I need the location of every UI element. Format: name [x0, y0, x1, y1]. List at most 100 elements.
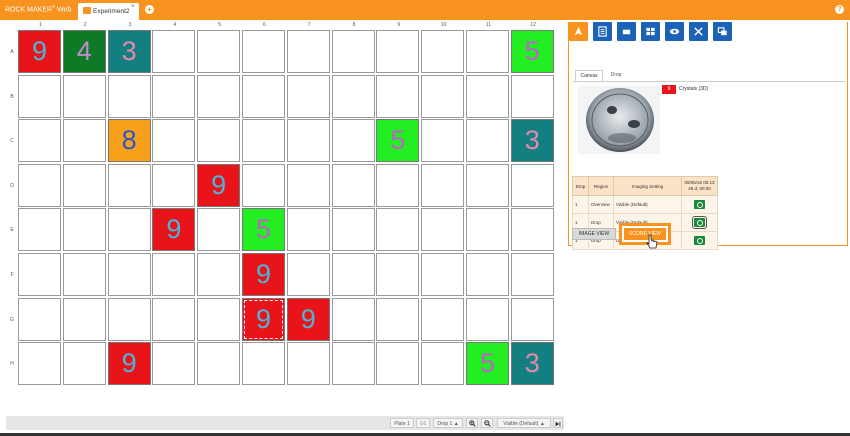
plate-selector[interactable]: Plate 1: [390, 418, 414, 428]
rectangle-tool-button[interactable]: [617, 22, 636, 41]
well-a11[interactable]: [466, 30, 509, 73]
well-e7[interactable]: [286, 208, 330, 252]
well-e3[interactable]: [107, 208, 151, 252]
well-d11[interactable]: [466, 163, 509, 207]
well-d9[interactable]: [376, 163, 420, 207]
new-tab-button[interactable]: +: [145, 5, 154, 14]
well-c3[interactable]: 8: [107, 119, 151, 163]
well-c10[interactable]: [421, 119, 465, 163]
well-h5[interactable]: [197, 342, 241, 386]
well-f10[interactable]: [421, 253, 465, 296]
tab-canvas[interactable]: Canvas: [575, 70, 603, 81]
image-view-button[interactable]: IMAGE VIEW: [572, 228, 616, 240]
tab-experiment[interactable]: Experiment2 ×: [78, 3, 139, 20]
well-e9[interactable]: [376, 208, 420, 252]
well-h9[interactable]: [376, 342, 420, 386]
well-f3[interactable]: [107, 253, 151, 296]
zoom-out-button[interactable]: [481, 418, 493, 428]
well-d7[interactable]: [286, 163, 330, 207]
tab-drop[interactable]: Drop: [605, 70, 627, 81]
well-a12[interactable]: 5: [510, 30, 554, 73]
drop-selector[interactable]: Drop 1 ▲: [433, 418, 463, 428]
well-c6[interactable]: [242, 119, 285, 163]
well-g8[interactable]: [331, 297, 375, 341]
well-c1[interactable]: [18, 119, 61, 163]
well-e12[interactable]: [510, 208, 554, 252]
well-f7[interactable]: [286, 253, 330, 296]
well-f9[interactable]: [376, 253, 420, 296]
well-a3[interactable]: 3: [107, 30, 151, 73]
well-h12[interactable]: 3: [510, 342, 554, 386]
well-f5[interactable]: [197, 253, 241, 296]
well-b7[interactable]: [286, 74, 330, 118]
well-d4[interactable]: [152, 163, 196, 207]
well-e4[interactable]: 9: [152, 208, 196, 252]
well-e10[interactable]: [421, 208, 465, 252]
well-a6[interactable]: [242, 30, 285, 73]
well-d12[interactable]: [510, 163, 554, 207]
pointer-tool-button[interactable]: [569, 22, 588, 41]
well-f6[interactable]: 9: [242, 253, 285, 296]
well-g7[interactable]: 9: [286, 297, 330, 341]
well-g4[interactable]: [152, 297, 196, 341]
well-h4[interactable]: [152, 342, 196, 386]
well-d3[interactable]: [107, 163, 151, 207]
imaging-setting-selector[interactable]: Visible (Default) ▲: [497, 418, 551, 428]
well-a9[interactable]: [376, 30, 420, 73]
well-c8[interactable]: [331, 119, 375, 163]
well-h2[interactable]: [62, 342, 106, 386]
well-c11[interactable]: [466, 119, 509, 163]
zoom-in-button[interactable]: [466, 418, 478, 428]
well-d8[interactable]: [331, 163, 375, 207]
well-b3[interactable]: [107, 74, 151, 118]
well-e11[interactable]: [466, 208, 509, 252]
grid-tool-button[interactable]: [641, 22, 660, 41]
well-b12[interactable]: [510, 74, 554, 118]
well-e5[interactable]: [197, 208, 241, 252]
table-row[interactable]: 1 Overview Visible (Default): [572, 195, 718, 214]
well-b5[interactable]: [197, 74, 241, 118]
well-h11[interactable]: 5: [466, 342, 509, 386]
well-d10[interactable]: [421, 163, 465, 207]
well-e1[interactable]: [18, 208, 61, 252]
well-c7[interactable]: [286, 119, 330, 163]
well-c12[interactable]: 3: [510, 119, 554, 163]
well-c9[interactable]: 5: [376, 119, 420, 163]
well-a2[interactable]: 4: [62, 30, 106, 73]
well-e8[interactable]: [331, 208, 375, 252]
well-g1[interactable]: [18, 297, 61, 341]
camera-icon[interactable]: [694, 236, 705, 245]
well-h8[interactable]: [331, 342, 375, 386]
well-b10[interactable]: [421, 74, 465, 118]
well-e2[interactable]: [62, 208, 106, 252]
well-d2[interactable]: [62, 163, 106, 207]
tools-button[interactable]: [689, 22, 708, 41]
well-a1[interactable]: 9: [18, 30, 61, 73]
list-tool-button[interactable]: [593, 22, 612, 41]
well-f2[interactable]: [62, 253, 106, 296]
well-g5[interactable]: [197, 297, 241, 341]
well-c2[interactable]: [62, 119, 106, 163]
well-b8[interactable]: [331, 74, 375, 118]
well-a7[interactable]: [286, 30, 330, 73]
camera-icon[interactable]: [692, 216, 707, 229]
view-tool-button[interactable]: [665, 22, 684, 41]
well-c5[interactable]: [197, 119, 241, 163]
well-b6[interactable]: [242, 74, 285, 118]
well-g12[interactable]: [510, 297, 554, 341]
well-b4[interactable]: [152, 74, 196, 118]
well-g3[interactable]: [107, 297, 151, 341]
well-d5[interactable]: 9: [197, 163, 241, 207]
well-f1[interactable]: [18, 253, 61, 296]
well-f12[interactable]: [510, 253, 554, 296]
well-f8[interactable]: [331, 253, 375, 296]
camera-icon[interactable]: [694, 200, 705, 209]
copy-windows-button[interactable]: [713, 22, 732, 41]
well-c4[interactable]: [152, 119, 196, 163]
drop-image[interactable]: [578, 86, 660, 154]
well-h7[interactable]: [286, 342, 330, 386]
well-h10[interactable]: [421, 342, 465, 386]
well-h3[interactable]: 9: [107, 342, 151, 386]
well-g6[interactable]: 9: [242, 297, 285, 341]
well-a10[interactable]: [421, 30, 465, 73]
